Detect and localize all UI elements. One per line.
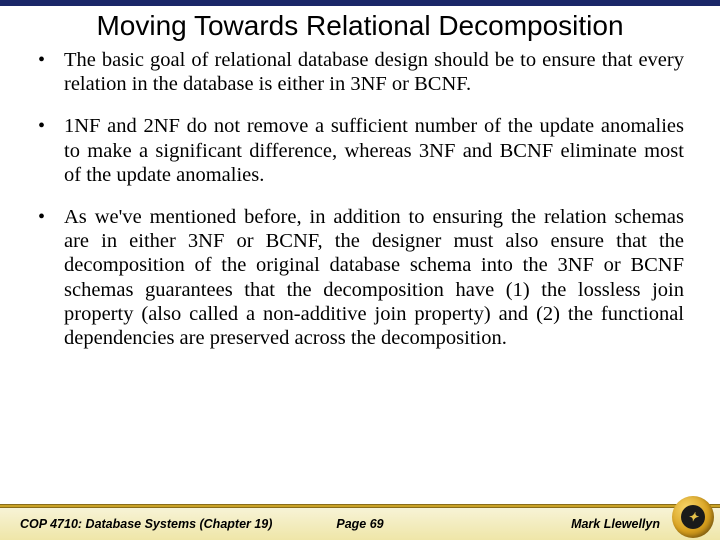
bullet-marker: • <box>36 48 64 73</box>
ucf-logo-icon: ✦ <box>672 496 714 538</box>
slide-body: • The basic goal of relational database … <box>0 48 720 350</box>
bullet-text: As we've mentioned before, in addition t… <box>64 205 684 350</box>
footer-course: COP 4710: Database Systems (Chapter 19) <box>20 517 272 531</box>
footer: COP 4710: Database Systems (Chapter 19) … <box>0 508 720 540</box>
bullet-text: 1NF and 2NF do not remove a sufficient n… <box>64 114 684 187</box>
footer-author: Mark Llewellyn <box>571 517 660 531</box>
slide-title: Moving Towards Relational Decomposition <box>0 10 720 42</box>
bullet-item: • 1NF and 2NF do not remove a sufficient… <box>36 114 684 187</box>
bullet-item: • The basic goal of relational database … <box>36 48 684 96</box>
bullet-marker: • <box>36 114 64 139</box>
footer-container: COP 4710: Database Systems (Chapter 19) … <box>0 504 720 540</box>
bullet-marker: • <box>36 205 64 230</box>
bullet-item: • As we've mentioned before, in addition… <box>36 205 684 350</box>
bullet-text: The basic goal of relational database de… <box>64 48 684 96</box>
footer-page: Page 69 <box>336 517 383 531</box>
top-accent-bar <box>0 0 720 6</box>
